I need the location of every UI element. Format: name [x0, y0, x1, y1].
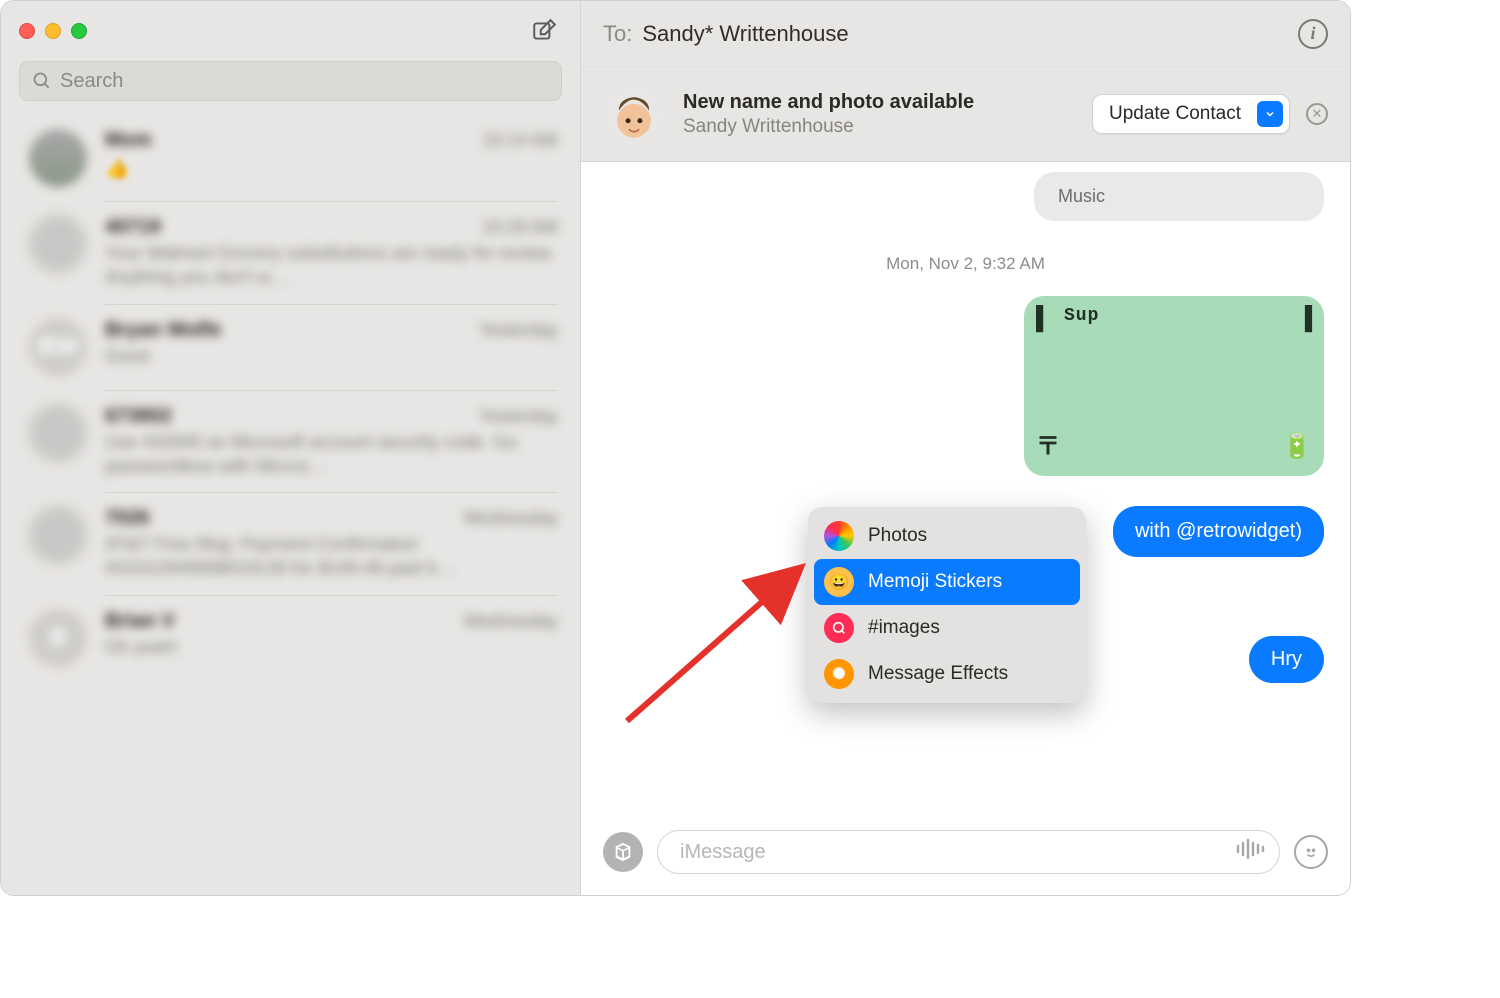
conversation-time: Wednesday: [463, 508, 558, 529]
photos-icon: [824, 521, 854, 551]
composer-bar: iMessage: [581, 823, 1350, 895]
message-text: with @retrowidget): [1135, 520, 1302, 542]
avatar: [29, 129, 87, 187]
conversation-preview: Oh yeah!: [105, 635, 558, 659]
conversation-preview: 👍: [105, 156, 558, 181]
music-label: Music: [1058, 186, 1105, 206]
conversation-name: Brian V: [105, 610, 175, 633]
retrowidget-message[interactable]: ▌▐ Sup 〒🔋: [1024, 296, 1324, 476]
avatar: BW: [29, 318, 87, 376]
message-thread: Music Mon, Nov 2, 9:32 AM ▌▐ Sup 〒🔋 with…: [581, 162, 1350, 823]
fullscreen-window-button[interactable]: [71, 23, 87, 39]
messages-window: Search Mom 10:14 AM 👍 40719: [0, 0, 1351, 896]
conversation-time: Yesterday: [479, 320, 558, 341]
contact-avatar: [603, 83, 665, 145]
message-input[interactable]: iMessage: [657, 830, 1280, 874]
titlebar: [1, 1, 580, 61]
recipient-name: Sandy* Writtenhouse: [642, 21, 848, 47]
conversation-item[interactable]: BW Bryan Wolfe Yesterday Good: [1, 304, 580, 390]
search-input[interactable]: Search: [19, 61, 562, 101]
conversation-pane: To: Sandy* Writtenhouse i New name and p…: [581, 1, 1350, 895]
close-window-button[interactable]: [19, 23, 35, 39]
appstore-icon: [612, 841, 634, 863]
dismiss-banner-button[interactable]: ✕: [1306, 103, 1328, 125]
conversation-name: Bryan Wolfe: [105, 319, 221, 342]
conversation-time: Yesterday: [479, 406, 558, 427]
date-separator: Mon, Nov 2, 9:32 AM: [581, 254, 1350, 274]
window-controls: [19, 23, 87, 39]
minimize-window-button[interactable]: [45, 23, 61, 39]
apps-menu-item-photos[interactable]: Photos: [814, 513, 1080, 559]
banner-subtitle: Sandy Writtenhouse: [683, 116, 974, 138]
avatar: [29, 506, 87, 564]
search-icon: [32, 71, 52, 91]
conversation-item[interactable]: 7026 Wednesday AT&T Free Msg: Payment Co…: [1, 492, 580, 595]
conversation-name: Mom: [105, 129, 152, 152]
conversation-list: Mom 10:14 AM 👍 40719 10:29 AM Your Walma…: [1, 115, 580, 895]
contact-update-banner: New name and photo available Sandy Writt…: [581, 67, 1350, 162]
sent-message-bubble[interactable]: Hry: [1249, 636, 1324, 683]
effects-icon: ✺: [824, 659, 854, 689]
emoji-picker-button[interactable]: [1294, 835, 1328, 869]
chevron-down-icon: [1257, 101, 1283, 127]
menu-item-label: Message Effects: [868, 663, 1008, 685]
annotation-arrow: [617, 531, 817, 731]
avatar: B: [29, 609, 87, 667]
banner-title: New name and photo available: [683, 91, 974, 114]
sidebar: Search Mom 10:14 AM 👍 40719: [1, 1, 581, 895]
message-text: Hry: [1271, 648, 1302, 670]
conversation-item[interactable]: B Brian V Wednesday Oh yeah!: [1, 595, 580, 681]
apps-menu-item-memoji[interactable]: 😀 Memoji Stickers: [814, 559, 1080, 605]
conversation-item[interactable]: 673802 Yesterday Use 432945 as Microsoft…: [1, 390, 580, 493]
avatar: [29, 215, 87, 273]
message-placeholder: iMessage: [680, 841, 766, 864]
compose-button[interactable]: [526, 16, 562, 46]
retro-message-text: Sup: [1064, 306, 1099, 326]
menu-item-label: Memoji Stickers: [868, 571, 1002, 593]
conversation-name: 673802: [105, 405, 172, 428]
search-placeholder: Search: [60, 70, 123, 93]
audio-message-button[interactable]: [1235, 838, 1269, 866]
details-button[interactable]: i: [1298, 19, 1328, 49]
conversation-item[interactable]: Mom 10:14 AM 👍: [1, 115, 580, 201]
memoji-icon: [607, 87, 661, 141]
waveform-icon: [1235, 838, 1269, 860]
apps-menu-popover: Photos 😀 Memoji Stickers #images ✺ Messa…: [808, 507, 1086, 703]
update-contact-button[interactable]: Update Contact: [1092, 94, 1290, 134]
images-icon: [824, 613, 854, 643]
sent-message-bubble[interactable]: with @retrowidget): [1113, 506, 1324, 557]
to-label: To:: [603, 21, 632, 47]
apps-menu-item-images[interactable]: #images: [814, 605, 1080, 651]
conversation-name: 7026: [105, 507, 150, 530]
conversation-preview: Use 432945 as Microsoft account security…: [105, 430, 558, 479]
music-attachment-bubble[interactable]: Music: [1034, 172, 1324, 221]
menu-item-label: #images: [868, 617, 940, 639]
update-contact-label: Update Contact: [1093, 95, 1257, 133]
apps-button[interactable]: [603, 832, 643, 872]
conversation-preview: Your Walmart Grocery substitutions are r…: [105, 241, 558, 290]
conversation-time: Wednesday: [463, 611, 558, 632]
conversation-time: 10:29 AM: [482, 217, 558, 238]
memoji-icon: 😀: [824, 567, 854, 597]
smiley-icon: [1301, 842, 1321, 862]
conversation-name: 40719: [105, 216, 161, 239]
conversation-preview: Good: [105, 344, 558, 368]
recipient-bar: To: Sandy* Writtenhouse i: [581, 1, 1350, 67]
conversation-preview: AT&T Free Msg: Payment Confirmation #GGG…: [105, 532, 558, 581]
avatar: [29, 404, 87, 462]
apps-menu-item-effects[interactable]: ✺ Message Effects: [814, 651, 1080, 697]
compose-icon: [531, 18, 557, 44]
conversation-time: 10:14 AM: [482, 130, 558, 151]
menu-item-label: Photos: [868, 525, 927, 547]
conversation-item[interactable]: 40719 10:29 AM Your Walmart Grocery subs…: [1, 201, 580, 304]
